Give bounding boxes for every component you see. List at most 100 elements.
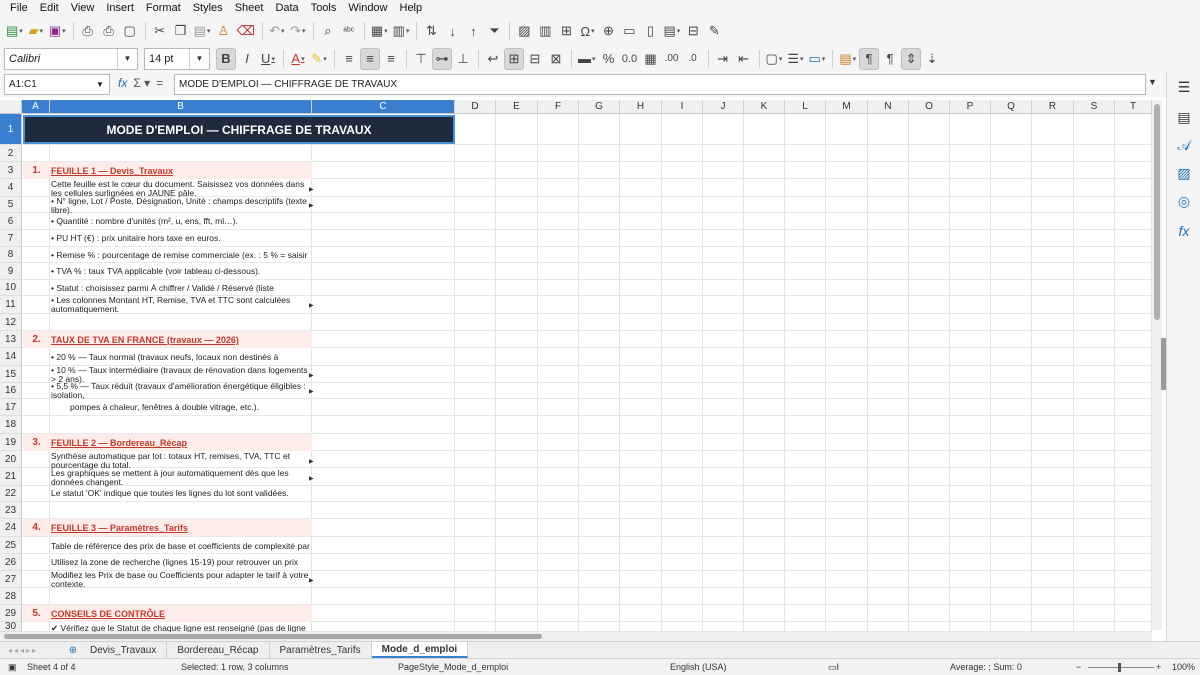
border-color-icon[interactable]: ▭ ▾ <box>807 48 828 70</box>
properties-icon[interactable]: ▤ <box>1175 108 1193 126</box>
formula-input[interactable]: MODE D'EMPLOI — CHIFFRAGE DE TRAVAUX <box>174 74 1146 95</box>
new-document-icon[interactable]: ▤ ▾ <box>4 20 25 42</box>
row-header[interactable]: 16 <box>0 383 22 399</box>
instruction-line[interactable]: Utilisez la zone de recherche (lignes 15… <box>51 558 311 568</box>
column-header[interactable]: F <box>538 100 579 114</box>
unmerge-cells-icon[interactable]: ⊠ <box>546 48 566 70</box>
menu-styles[interactable]: Styles <box>187 0 229 17</box>
increase-indent-icon[interactable]: ⇥ <box>713 48 733 70</box>
merge-cells-icon[interactable]: ⊟ <box>525 48 545 70</box>
row-header[interactable]: 1 <box>0 114 22 145</box>
column-header[interactable]: N <box>868 100 909 114</box>
row-header[interactable]: 12 <box>0 314 22 331</box>
instruction-line[interactable]: ✔ Vérifiez que le Statut de chaque ligne… <box>51 624 311 632</box>
instruction-line[interactable]: Table de référence des prix de base et c… <box>51 542 311 552</box>
align-bottom-icon[interactable]: ⊥ <box>453 48 473 70</box>
gallery-icon[interactable]: ▨ <box>1175 164 1193 182</box>
text-orientation-icon[interactable]: ⇕ <box>901 47 922 70</box>
align-center-vertical-icon[interactable]: ⊶ <box>432 47 452 70</box>
chevron-down-icon[interactable]: ▼ <box>91 75 109 94</box>
special-character-icon[interactable]: Ω ▾ <box>577 20 597 42</box>
tab-bordereau-recap[interactable]: Bordereau_Récap <box>167 642 270 658</box>
menu-edit[interactable]: Edit <box>34 0 65 17</box>
zoom-in-icon[interactable]: + <box>1156 662 1161 672</box>
spelling-icon[interactable]: ᵃᵇᶜ <box>339 20 359 42</box>
section-title[interactable]: TAUX DE TVA EN FRANCE (travaux — 2026) <box>51 335 239 345</box>
font-color-icon[interactable]: A ▾ <box>288 48 308 70</box>
menu-insert[interactable]: Insert <box>100 0 140 17</box>
column-icon[interactable]: ▥ ▾ <box>391 20 412 42</box>
comment-icon[interactable]: ▭ <box>619 20 639 42</box>
row-header[interactable]: 14 <box>0 348 22 366</box>
clear-formatting-icon[interactable]: ⌫ <box>234 20 256 42</box>
decrease-indent-icon[interactable]: ⇤ <box>734 48 754 70</box>
instruction-line[interactable]: • N° ligne, Lot / Poste, Désignation, Un… <box>51 197 311 215</box>
zoom-slider[interactable] <box>1088 667 1154 668</box>
column-header[interactable]: Q <box>991 100 1032 114</box>
borders-icon[interactable]: ▢ ▾ <box>764 48 785 70</box>
styles-icon[interactable]: 𝒜 <box>1175 136 1193 154</box>
row-header[interactable]: 21 <box>0 468 22 486</box>
column-header[interactable]: E <box>496 100 538 114</box>
zoom-slider-handle[interactable] <box>1118 663 1121 672</box>
vertical-text-icon[interactable]: ⇣ <box>922 48 942 70</box>
section-title[interactable]: CONSEILS DE CONTRÔLE <box>51 609 165 619</box>
instruction-line[interactable]: Les graphiques se mettent à jour automat… <box>51 469 311 487</box>
name-box[interactable]: A1:C1 ▼ <box>4 74 110 95</box>
currency-format-icon[interactable]: ▬ ▾ <box>576 48 598 70</box>
tab-navigation-arrows[interactable]: ◂◂◂▸▸ <box>0 642 66 658</box>
instruction-line[interactable]: • Quantité : nombre d'unités (m², u, ens… <box>51 217 311 227</box>
print-preview-icon[interactable]: ▢ <box>120 20 140 42</box>
autofilter-icon[interactable]: ⏷ <box>484 20 504 42</box>
row-header[interactable]: 24 <box>0 519 22 537</box>
row-header[interactable]: 5 <box>0 197 22 213</box>
undo-icon[interactable]: ↶ ▾ <box>267 20 287 42</box>
instruction-line[interactable]: • Remise % : pourcentage de remise comme… <box>51 251 311 261</box>
bold-icon[interactable]: B <box>216 47 236 70</box>
section-title[interactable]: FEUILLE 3 — Paramètres_Tarifs <box>51 523 188 533</box>
tab-parametres-tarifs[interactable]: Paramètres_Tarifs <box>270 642 372 658</box>
section-title[interactable]: FEUILLE 2 — Bordereau_Récap <box>51 438 187 448</box>
headers-footers-icon[interactable]: ▯ <box>640 20 660 42</box>
sort-descending-icon[interactable]: ↑ <box>463 20 483 42</box>
instruction-line[interactable]: • Les colonnes Montant HT, Remise, TVA e… <box>51 296 311 314</box>
selection-mode-icon[interactable]: ▭I <box>828 662 839 673</box>
row-header[interactable]: 11 <box>0 296 22 314</box>
right-to-left-icon[interactable]: ¶ <box>880 48 900 70</box>
row-header[interactable]: 2 <box>0 145 22 162</box>
row-header[interactable]: 22 <box>0 486 22 502</box>
wrap-text-icon[interactable]: ↩ <box>483 48 503 70</box>
percent-format-icon[interactable]: % <box>599 48 619 70</box>
page-style[interactable]: PageStyle_Mode_d_emploi <box>398 662 508 672</box>
save-icon[interactable]: ▣ ▾ <box>47 20 68 42</box>
column-header[interactable]: B <box>50 100 312 114</box>
sheet-title-cell[interactable]: MODE D'EMPLOI — CHIFFRAGE DE TRAVAUX <box>23 115 455 144</box>
underline-icon[interactable]: U ▾ <box>258 48 278 70</box>
column-header[interactable]: G <box>579 100 620 114</box>
expand-formula-icon[interactable]: ▼ <box>1148 77 1157 87</box>
instruction-line[interactable]: • 20 % — Taux normal (travaux neufs, loc… <box>51 353 311 363</box>
freeze-rows-columns-icon[interactable]: ⊟ <box>683 20 703 42</box>
instruction-line[interactable]: pompes à chaleur, fenêtres à double vitr… <box>70 403 330 413</box>
row-icon[interactable]: ▦ ▾ <box>369 20 390 42</box>
column-header[interactable]: C <box>312 100 455 114</box>
sort-icon[interactable]: ⇅ <box>421 20 441 42</box>
column-header[interactable]: K <box>744 100 785 114</box>
instruction-line[interactable]: • Statut : choisissez parmi À chiffrer /… <box>51 284 311 294</box>
hamburger-menu-icon[interactable]: ☰ <box>1175 78 1193 96</box>
copy-icon[interactable]: ❐ <box>171 20 191 42</box>
define-print-area-icon[interactable]: ▤ ▾ <box>661 20 682 42</box>
column-header[interactable]: T <box>1115 100 1152 114</box>
align-left-icon[interactable]: ≡ <box>339 48 359 70</box>
section-title[interactable]: FEUILLE 1 — Devis_Travaux <box>51 166 173 176</box>
row-header[interactable]: 15 <box>0 366 22 383</box>
insert-image-icon[interactable]: ▨ <box>514 20 534 42</box>
document-modified-icon[interactable]: ▣ <box>8 662 17 673</box>
column-header[interactable]: J <box>703 100 744 114</box>
paste-icon[interactable]: ▤ ▾ <box>192 20 213 42</box>
select-all-corner[interactable] <box>0 100 22 114</box>
redo-icon[interactable]: ↷ ▾ <box>288 20 308 42</box>
menu-data[interactable]: Data <box>269 0 304 17</box>
spreadsheet-grid[interactable]: ABCDEFGHIJKLMNOPQRST 1 2 3 4 5 6 7 8 9 10 11 12 13 14… <box>0 100 1152 632</box>
align-top-icon[interactable]: ⊤ <box>411 48 431 70</box>
